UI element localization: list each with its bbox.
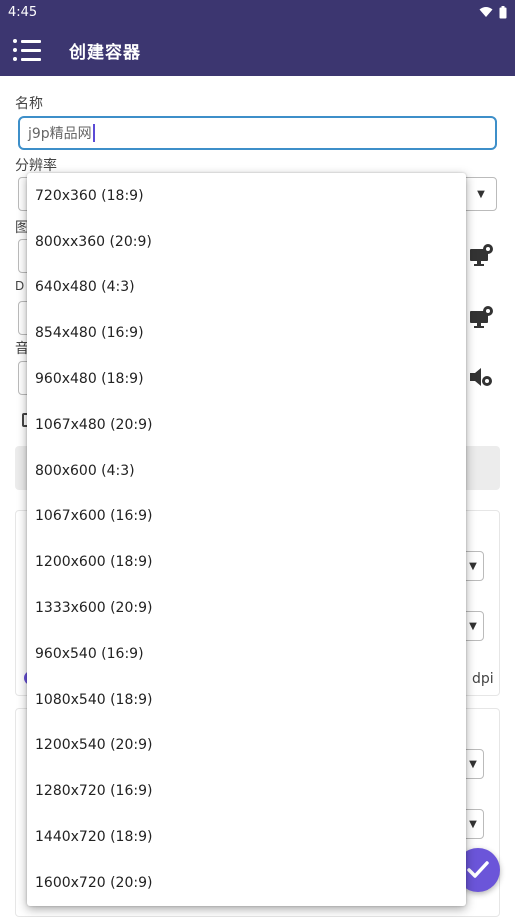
- resolution-option[interactable]: 1600x720 (20:9): [27, 860, 466, 906]
- resolution-option[interactable]: 1067x480 (20:9): [27, 402, 466, 448]
- status-time: 4:45: [8, 4, 38, 20]
- wifi-icon: [479, 7, 493, 17]
- resolution-option[interactable]: 1333x600 (20:9): [27, 585, 466, 631]
- resolution-option[interactable]: 640x480 (4:3): [27, 265, 466, 311]
- display-settings-icon[interactable]: [468, 243, 494, 267]
- battery-icon: [499, 5, 507, 18]
- dxvk-label-partial: D: [15, 279, 25, 293]
- page-title: 创建容器: [69, 42, 141, 63]
- resolution-dropdown: 720x360 (18:9) 800xx360 (20:9) 640x480 (…: [27, 173, 466, 906]
- resolution-label: 分辨率: [15, 158, 57, 174]
- chevron-down-icon: ▼: [470, 179, 492, 209]
- status-bar: 4:45: [0, 0, 515, 24]
- resolution-option[interactable]: 1440x720 (18:9): [27, 814, 466, 860]
- name-input[interactable]: j9p精品网: [18, 116, 497, 150]
- audio-settings-icon[interactable]: [468, 365, 494, 389]
- dpi-value-suffix: dpi: [472, 671, 494, 687]
- text-caret: [92, 124, 95, 142]
- resolution-option[interactable]: 960x480 (18:9): [27, 356, 466, 402]
- menu-icon[interactable]: [13, 39, 41, 61]
- name-label: 名称: [15, 96, 43, 112]
- resolution-option[interactable]: 800xx360 (20:9): [27, 219, 466, 265]
- resolution-option[interactable]: 800x600 (4:3): [27, 448, 466, 494]
- name-input-value: j9p精品网: [28, 126, 92, 142]
- resolution-option[interactable]: 854x480 (16:9): [27, 310, 466, 356]
- resolution-option[interactable]: 720x360 (18:9): [27, 173, 466, 219]
- resolution-option[interactable]: 1067x600 (16:9): [27, 494, 466, 540]
- resolution-option[interactable]: 1080x540 (18:9): [27, 677, 466, 723]
- display-settings-icon-2[interactable]: [468, 305, 494, 329]
- resolution-option[interactable]: 1280x720 (16:9): [27, 768, 466, 814]
- app-bar: 创建容器: [0, 24, 515, 76]
- check-icon: [467, 861, 489, 878]
- resolution-option[interactable]: 1200x600 (18:9): [27, 539, 466, 585]
- resolution-option[interactable]: 1200x540 (20:9): [27, 723, 466, 769]
- status-icons: [479, 5, 507, 19]
- resolution-option[interactable]: 960x540 (16:9): [27, 631, 466, 677]
